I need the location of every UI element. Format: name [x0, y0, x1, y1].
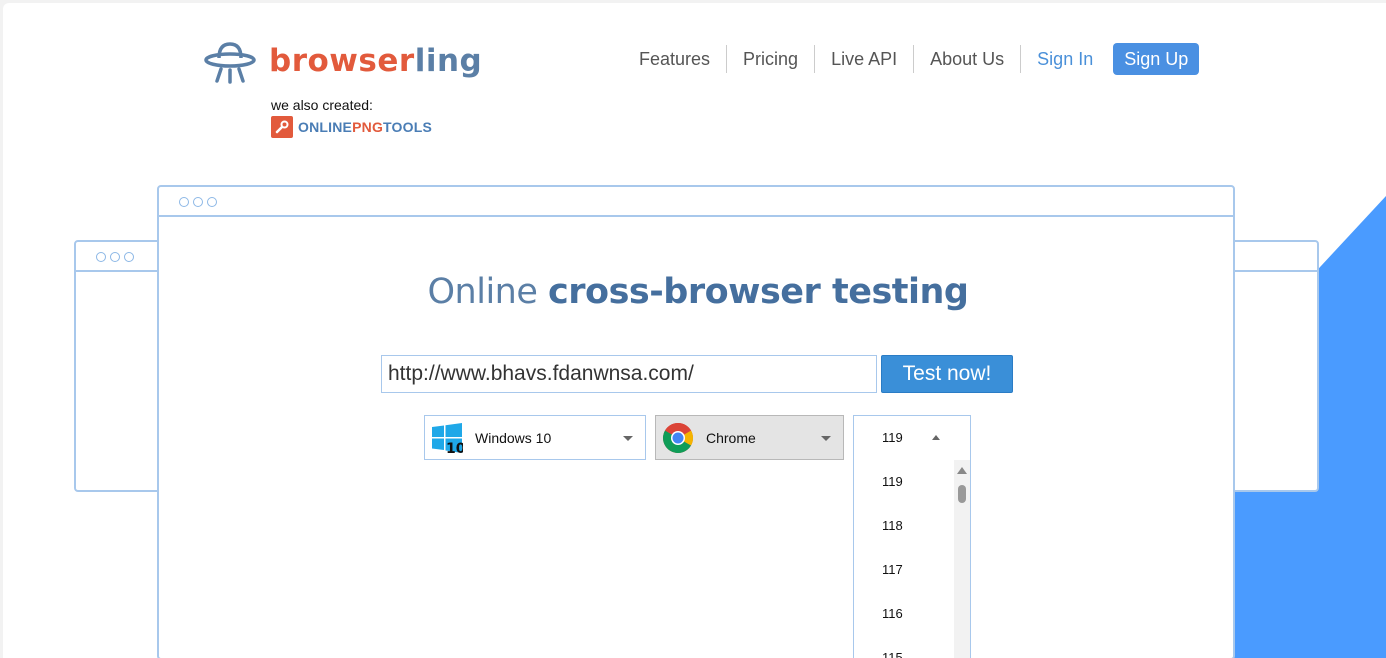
version-options-list: 119 118 117 116 115 [854, 460, 954, 658]
hero-title-light: Online [427, 272, 549, 312]
sign-up-button[interactable]: Sign Up [1113, 43, 1200, 75]
window-dot [179, 197, 189, 207]
ufo-logo-icon [204, 42, 256, 84]
chevron-down-icon [821, 436, 831, 441]
version-dropdown[interactable]: 119 119 118 117 116 115 [853, 415, 971, 658]
version-selected-label: 119 [882, 430, 903, 445]
test-now-button[interactable]: Test now! [881, 355, 1013, 393]
brand-name: browserling [269, 43, 482, 79]
version-option[interactable]: 117 [854, 548, 954, 592]
scrollbar-thumb[interactable] [958, 485, 966, 503]
page: browserling we also created: ONLINEPNGTO… [3, 3, 1386, 658]
version-option[interactable]: 116 [854, 592, 954, 636]
version-scrollbar[interactable] [954, 460, 970, 658]
window-dot [124, 252, 134, 262]
also-created-label: we also created: [271, 97, 373, 113]
nav-about-us[interactable]: About Us [914, 45, 1022, 73]
brand-name-part1: browser [269, 43, 415, 79]
window-dot [207, 197, 217, 207]
browser-mock-front: Online cross-browser testing Test now! 1… [157, 185, 1235, 658]
nav-live-api[interactable]: Live API [815, 45, 915, 73]
chevron-down-icon [623, 436, 633, 441]
svg-text:10: 10 [446, 441, 463, 454]
partner-part2: PNG [352, 119, 384, 135]
browser-mock-front-bar [159, 187, 1233, 217]
browser-selected-label: Chrome [706, 429, 756, 446]
scroll-up-arrow-icon[interactable] [957, 467, 967, 474]
os-selected-label: Windows 10 [475, 429, 552, 446]
window-dot [193, 197, 203, 207]
top-nav: Features Pricing Live API About Us Sign … [623, 43, 1200, 75]
version-selected[interactable]: 119 [854, 416, 970, 460]
window-dot [96, 252, 106, 262]
onlinepngtools-link[interactable]: ONLINEPNGTOOLS [271, 116, 432, 138]
window-dot [110, 252, 120, 262]
hero-title: Online cross-browser testing [159, 272, 1237, 312]
os-select[interactable]: 10 Windows 10 [424, 415, 646, 460]
chrome-icon [662, 422, 694, 453]
brand-logo[interactable]: browserling [203, 38, 482, 84]
nav-sign-in[interactable]: Sign In [1021, 45, 1109, 73]
version-option[interactable]: 115 [854, 636, 954, 658]
nav-features[interactable]: Features [623, 45, 728, 73]
wrench-icon [271, 116, 293, 138]
chevron-up-icon [932, 435, 940, 440]
url-input[interactable] [381, 355, 877, 393]
window-dots [96, 252, 138, 262]
onlinepngtools-text: ONLINEPNGTOOLS [298, 119, 432, 135]
brand-name-part2: ling [414, 43, 483, 79]
version-option[interactable]: 119 [854, 460, 954, 504]
window-dots [179, 197, 221, 207]
version-option[interactable]: 118 [854, 504, 954, 548]
hero-title-bold: cross-browser testing [548, 272, 969, 312]
partner-part1: ONLINE [298, 119, 353, 135]
browser-select[interactable]: Chrome [655, 415, 844, 460]
nav-pricing[interactable]: Pricing [727, 45, 816, 73]
partner-part3: TOOLS [383, 119, 433, 135]
windows-10-icon: 10 [432, 422, 463, 454]
